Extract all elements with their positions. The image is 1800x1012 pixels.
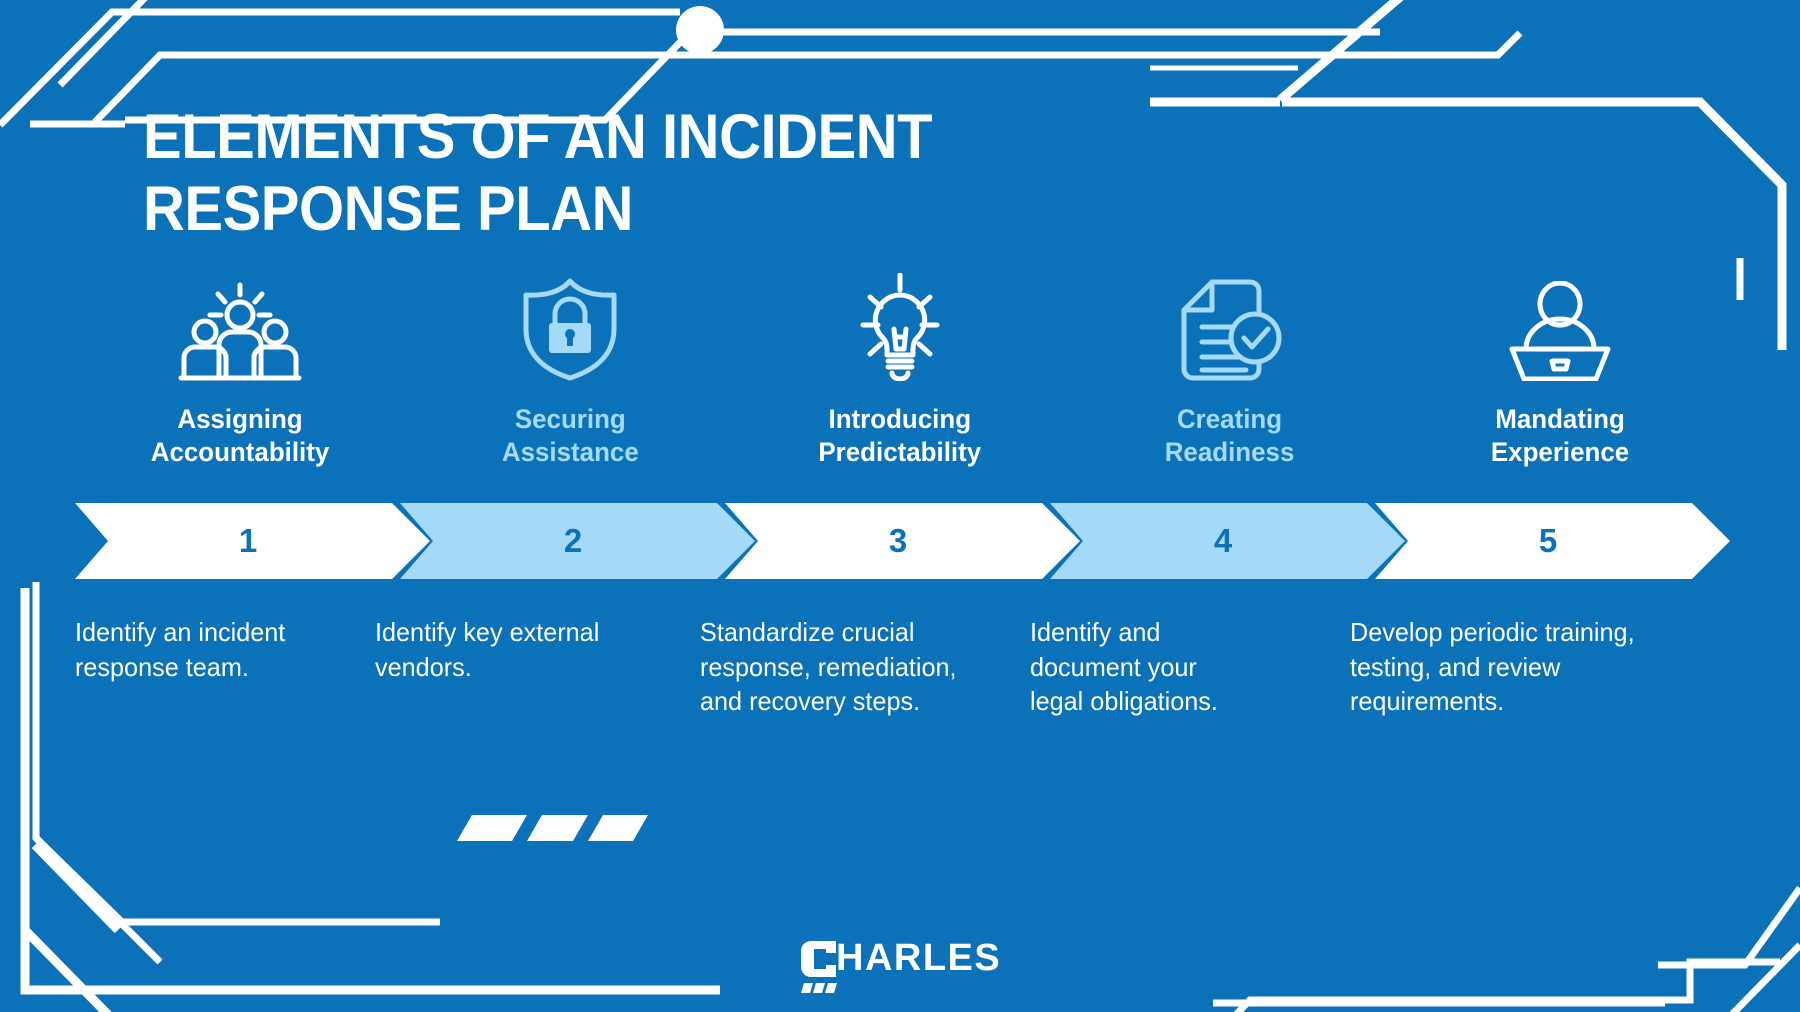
step-description-4: Identify and document your legal obligat… [1030,617,1218,717]
bottom-left-lower-rail [21,926,112,1012]
document-check-icon [1178,276,1283,381]
charles-logo-mark [801,941,837,993]
step-heading-1: Assigning Accountability [150,404,330,467]
charles-logo-text: HARLES [836,937,1002,979]
page-title: ELEMENTS OF AN INCIDENT RESPONSE PLAN [143,102,933,244]
chevron-number-1: 1 [238,522,258,559]
people-group-idea-icon [178,276,302,381]
shield-lock-icon [520,276,620,381]
chevron-number-3: 3 [888,522,908,559]
step-description-1: Identify an incident response team. [75,617,286,682]
charles-logo[interactable]: HARLES [800,937,1000,999]
step-column-1: Assigning Accountability [75,276,405,491]
step-column-3: Introducing Predictability [735,273,1065,491]
bottom-right-angled-track [1658,885,1800,969]
lightbulb-rays-icon [845,273,955,381]
step-chevron-band: 1 2 3 4 5 [0,500,1800,582]
step-description-3: Standardize crucial response, remediatio… [700,617,957,717]
step-heading-2: Securing Assistance [501,404,639,467]
bottom-right-outer-track [1729,942,1800,1012]
step-column-2: Securing Assistance [405,276,735,491]
step-description-2: Identify key external vendors. [375,617,600,682]
chevron-number-2: 2 [563,522,583,559]
bottom-right-circuit-track [1213,958,1780,1012]
step-descriptions-row: Identify an incident response team. Iden… [75,615,1775,719]
chevron-number-4: 4 [1213,522,1233,559]
chevron-number-5: 5 [1538,522,1558,559]
step-heading-4: Creating Readiness [1165,404,1295,467]
top-left-terminator-dot [676,6,724,54]
step-heading-3: Introducing Predictability [818,404,982,467]
step-heading-5: Mandating Experience [1490,404,1630,467]
bottom-left-dashes [457,815,648,841]
step-column-4: Creating Readiness [1065,276,1395,491]
person-laptop-icon [1504,276,1616,381]
step-description-5: Develop periodic training, testing, and … [1350,617,1635,717]
steps-icon-row: Assigning Accountability Securing Assist… [75,273,1725,491]
step-column-5: Mandating Experience [1395,276,1725,491]
